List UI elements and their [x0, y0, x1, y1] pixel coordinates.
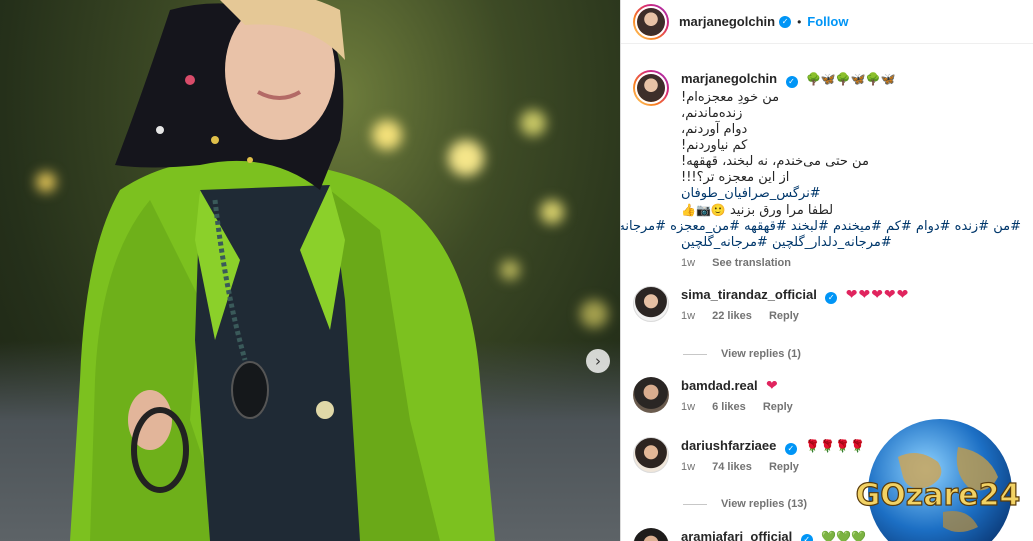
verified-badge-icon: ✓ [800, 534, 813, 541]
caption-time[interactable]: 1w [681, 257, 695, 269]
reply-button[interactable]: Reply [763, 401, 793, 413]
view-replies-button[interactable]: View replies (13) [683, 498, 807, 510]
view-replies-label: View replies (1) [721, 348, 801, 360]
reply-button[interactable]: Reply [769, 310, 799, 322]
post-author-username[interactable]: marjanegolchin [679, 14, 775, 29]
caption-prompt: لطفا مرا ورق بزنید [729, 203, 834, 218]
verified-badge-icon: ✓ [785, 76, 798, 88]
commenter-username[interactable]: dariushfarziaee [681, 438, 776, 453]
commenter-avatar[interactable] [633, 286, 669, 322]
woman-portrait-image [70, 0, 495, 541]
commenter-username[interactable]: bamdad.real [681, 378, 758, 393]
follow-button[interactable]: Follow [807, 14, 848, 29]
post-media[interactable]: › [0, 0, 620, 541]
view-replies-button[interactable]: View replies (1) [683, 348, 801, 360]
caption-hashtags[interactable]: #مرجانه_دلدار_گلچین #مرجانه_گلچین [681, 235, 1021, 251]
commenter-username[interactable]: sima_tirandaz_official [681, 287, 817, 302]
caption-username[interactable]: marjanegolchin [681, 71, 777, 86]
commenter-username[interactable]: aramjafari_official [681, 529, 792, 541]
caption-line: از این معجزه تر؟!!! [681, 170, 790, 185]
caption-avatar[interactable] [637, 74, 665, 102]
comment-likes[interactable]: 22 likes [712, 310, 752, 322]
comment-meta: 1w 6 likes Reply [681, 401, 807, 413]
comment: bamdad.real ❤ 1w 6 likes Reply [633, 377, 807, 413]
comment: sima_tirandaz_official ✓ ❤❤❤❤❤ 1w 22 lik… [633, 286, 909, 322]
author-avatar[interactable] [637, 7, 665, 36]
comment-likes[interactable]: 6 likes [712, 401, 746, 413]
caption-line: دوام آوردنم، [681, 122, 748, 137]
verified-badge-icon: ✓ [784, 443, 797, 455]
replies-divider-line [683, 503, 707, 505]
caption-prompt-emoji: 🙂📷👍 [681, 203, 726, 217]
comment: dariushfarziaee ✓ 🌹🌹🌹🌹 1w 74 likes Reply [633, 437, 865, 473]
comment-time[interactable]: 1w [681, 310, 695, 322]
caption-hashtags[interactable]: #من #زنده #دوام #کم #میخندم #لبخند #قهقه… [621, 219, 1021, 235]
commenter-avatar[interactable] [633, 437, 669, 473]
post-panel: marjanegolchin ✓ • Follow marjanegolchin… [620, 0, 1033, 541]
comment-text: 🌹🌹🌹🌹 [805, 439, 866, 453]
comment-text: ❤ [766, 378, 779, 394]
separator-dot: • [797, 14, 802, 29]
reply-button[interactable]: Reply [769, 461, 799, 473]
caption-hashtag[interactable]: #نرگس_صرافیان_طوفان [681, 186, 1021, 202]
caption-line: کم نیاوردنم! [681, 138, 748, 153]
caption-story-ring[interactable] [633, 70, 669, 106]
comment-time[interactable]: 1w [681, 461, 695, 473]
caption: marjanegolchin ✓ 🌳🦋🌳🦋🌳🦋 من خودِ معجزه‌ام… [621, 70, 1021, 269]
next-slide-button[interactable]: › [586, 349, 610, 373]
verified-badge-icon: ✓ [825, 292, 838, 304]
comment-time[interactable]: 1w [681, 401, 695, 413]
comment-likes[interactable]: 74 likes [712, 461, 752, 473]
view-replies-label: View replies (13) [721, 498, 808, 510]
replies-divider-line [683, 353, 707, 355]
caption-line: من حتی می‌خندم، نه لبخند، قهقهه! [681, 154, 869, 169]
comment: aramjafari_official ✓ 💚💚💚 [633, 528, 866, 541]
verified-badge-icon: ✓ [779, 15, 792, 28]
comment-text: ❤❤❤❤❤ [845, 287, 910, 303]
chevron-right-icon: › [595, 352, 601, 370]
comment-text: 💚💚💚 [821, 530, 867, 541]
caption-meta: 1w See translation [681, 257, 1021, 269]
caption-text: من خودِ معجزه‌ام! زنده‌ماندنم، دوام آورد… [621, 90, 1021, 251]
caption-line: من خودِ معجزه‌ام! [681, 90, 780, 105]
commenter-avatar[interactable] [633, 377, 669, 413]
see-translation-button[interactable]: See translation [712, 257, 791, 269]
story-ring[interactable] [633, 3, 669, 40]
commenter-avatar[interactable] [633, 528, 669, 541]
caption-prompt-line: لطفا مرا ورق بزنید 🙂📷👍 [681, 202, 1021, 219]
caption-line: زنده‌ماندنم، [681, 106, 743, 121]
post-header: marjanegolchin ✓ • Follow [621, 0, 1033, 44]
caption-header-emoji: 🌳🦋🌳🦋🌳🦋 [805, 72, 896, 86]
comment-meta: 1w 74 likes Reply [681, 461, 865, 473]
comment-meta: 1w 22 likes Reply [681, 310, 909, 322]
